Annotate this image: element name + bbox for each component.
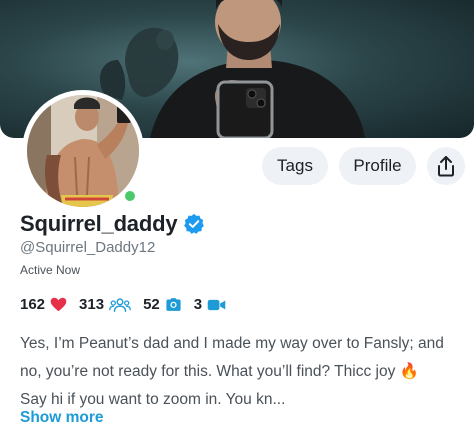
people-icon	[109, 297, 131, 312]
likes-stat[interactable]: 162	[20, 296, 67, 313]
profile-button-label: Profile	[353, 156, 402, 175]
avatar[interactable]	[27, 95, 139, 207]
username: Squirrel_daddy	[20, 211, 178, 236]
followers-count: 313	[79, 296, 105, 313]
video-icon	[207, 299, 226, 310]
username-row: Squirrel_daddy	[20, 211, 205, 237]
online-indicator	[122, 188, 138, 204]
verified-badge-icon	[184, 213, 205, 234]
show-more-link[interactable]: Show more	[20, 409, 104, 427]
profile-bio: Yes, I’m Peanut’s dad and I made my way …	[20, 330, 470, 414]
profile-stats: 162 313 52 3	[20, 296, 238, 313]
profile-button[interactable]: Profile	[339, 147, 416, 185]
avatar-image	[27, 95, 139, 207]
tags-button[interactable]: Tags	[262, 147, 328, 185]
heart-icon	[50, 297, 67, 312]
photos-stat[interactable]: 52	[143, 296, 182, 313]
active-status: Active Now	[20, 263, 81, 277]
camera-icon	[166, 298, 181, 311]
videos-stat[interactable]: 3	[194, 296, 226, 313]
share-icon	[438, 156, 454, 177]
videos-count: 3	[193, 296, 203, 313]
bio-line: no, you’re not ready for this. What you’…	[20, 363, 419, 380]
followers-stat[interactable]: 313	[79, 296, 131, 313]
tags-button-label: Tags	[277, 156, 313, 175]
share-button[interactable]	[427, 147, 465, 185]
user-handle: @Squirrel_Daddy12	[20, 239, 156, 256]
bio-line: Yes, I’m Peanut’s dad and I made my way …	[20, 335, 444, 352]
photos-count: 52	[143, 296, 160, 313]
likes-count: 162	[20, 296, 46, 313]
